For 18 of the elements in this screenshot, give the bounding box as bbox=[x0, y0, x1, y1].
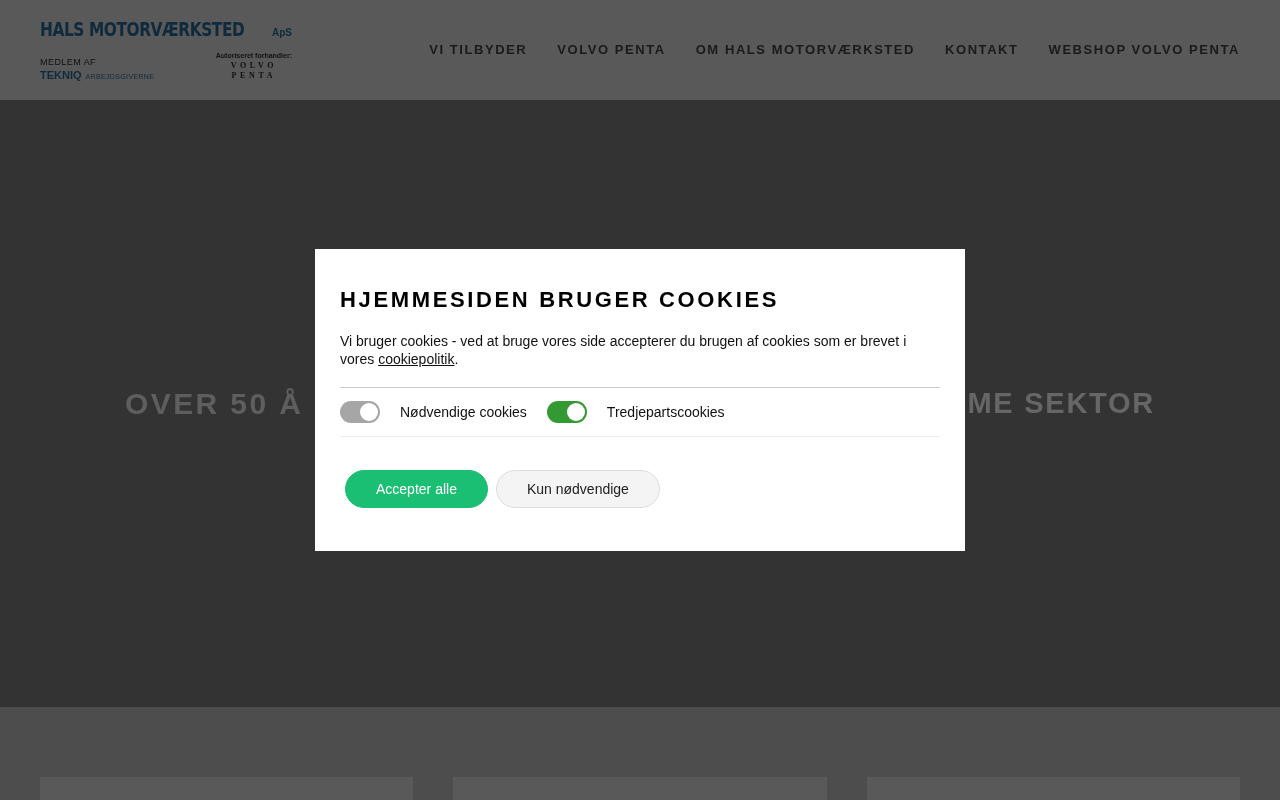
logo-name: HALS MOTORVÆRKSTED bbox=[40, 19, 245, 39]
brand-line: VOLVO bbox=[230, 60, 277, 71]
brand-line: PENTA bbox=[231, 70, 277, 81]
member-org: TEKNIQ bbox=[40, 69, 82, 81]
toggle-label: Tredjepartscookies bbox=[606, 403, 725, 422]
accept-all-button[interactable]: Accepter alle bbox=[345, 470, 488, 508]
nav-link[interactable]: VI TILBYDER bbox=[429, 40, 528, 60]
nav-link[interactable]: WEBSHOP VOLVO PENTA bbox=[1048, 40, 1240, 60]
nav-link[interactable]: VOLVO PENTA bbox=[557, 40, 666, 60]
toggle-switch[interactable] bbox=[546, 401, 587, 423]
logo-suffix: ApS bbox=[272, 25, 292, 40]
member-label: MEDLEM AF bbox=[40, 57, 98, 67]
nav-link[interactable]: KONTAKT bbox=[945, 40, 1019, 60]
dialog-text: Vi bruger cookies - ved at bruge vores side accepterer du brugen af cookies som er brevet i vores cookiepolitik. bbox=[340, 332, 908, 368]
nav-link[interactable]: OM HALS MOTORVÆRKSTED bbox=[695, 40, 916, 60]
dialog-title: HJEMMESIDEN BRUGER COOKIES bbox=[340, 289, 781, 311]
toggle-label: Nødvendige cookies bbox=[400, 403, 527, 422]
necessary-only-button[interactable]: Kun nødvendige bbox=[495, 470, 660, 508]
